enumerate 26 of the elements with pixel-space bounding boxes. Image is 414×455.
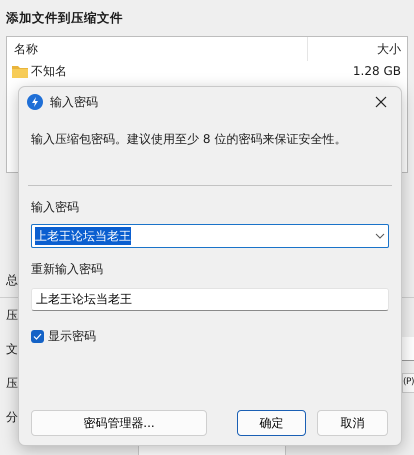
column-header[interactable]: 大小 [307, 37, 407, 61]
dialog-button[interactable]: 取消 [317, 410, 388, 436]
field-label: 分 [6, 409, 19, 426]
column-header[interactable]: 名称 [7, 40, 307, 58]
dialog-button[interactable]: 确定 [237, 410, 306, 436]
password-field[interactable]: 上老王论坛当老王 [31, 288, 389, 311]
field-label: 重新输入密码 [31, 261, 104, 276]
checkmark-icon [33, 332, 42, 340]
field-label: 文 [6, 341, 19, 358]
field-label: 输入密码 [31, 199, 80, 214]
field-label: 压 [6, 375, 19, 392]
button[interactable]: (P) [402, 373, 414, 393]
dialog-title: 输入密码 [50, 94, 98, 111]
password-combo[interactable]: 上老王论坛当老王 [31, 224, 389, 248]
folder-icon [12, 64, 28, 78]
chevron-down-icon[interactable] [375, 233, 385, 239]
window-title: 添加文件到压缩文件 [5, 9, 124, 27]
dialog-button[interactable]: 密码管理器... [31, 410, 207, 436]
file-size: 1.28 GB [352, 63, 401, 80]
lightning-icon [27, 94, 43, 110]
checkbox[interactable] [31, 330, 44, 342]
field-label: 总 [6, 272, 19, 289]
description-text: 输入压缩包密码。建议使用至少 8 位的密码来保证安全性。 [31, 131, 348, 148]
checkbox-label[interactable]: 显示密码 [48, 327, 96, 345]
field-label: 压 [6, 307, 19, 324]
file-name[interactable]: 不知名 [31, 62, 67, 80]
